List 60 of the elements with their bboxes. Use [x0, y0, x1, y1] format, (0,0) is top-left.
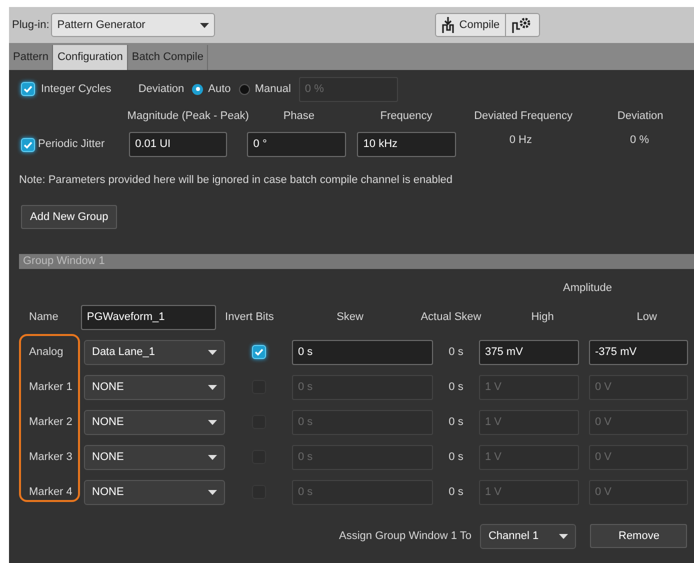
integer-cycles-label: Integer Cycles	[41, 82, 112, 97]
group-window-header: Group Window 1	[19, 254, 694, 269]
input-field[interactable]: -375 mV	[589, 340, 688, 364]
column-header: Invert Bits	[224, 310, 275, 325]
plugin-label: Plug-in:	[12, 18, 50, 33]
input-field[interactable]: 0.01 UI	[129, 132, 228, 157]
dropdown[interactable]: Channel 1	[480, 524, 576, 548]
row-label: Marker 4	[29, 484, 74, 500]
checkmark-icon	[254, 347, 264, 357]
row-label: Marker 3	[29, 450, 74, 465]
actual-skew-value: 0 s	[448, 414, 464, 430]
row-label: Marker 2	[29, 414, 74, 430]
row-label: Analog	[29, 344, 64, 360]
compile-settings-button[interactable]	[506, 13, 540, 37]
gear-icon	[512, 16, 532, 34]
row-label: Marker 1	[29, 380, 74, 395]
caret-icon	[208, 490, 217, 494]
plugin-dropdown[interactable]: Pattern Generator	[51, 13, 216, 37]
checkmark-icon	[23, 140, 33, 150]
compile-icon	[441, 17, 456, 33]
column-header: Deviation	[616, 109, 664, 124]
periodic-jitter-label: Periodic Jitter	[38, 137, 106, 152]
input-field[interactable]: PGWaveform_1	[80, 304, 216, 330]
deviation-value: 0 %	[629, 132, 650, 148]
tab[interactable]: Configuration	[53, 45, 128, 70]
dropdown[interactable]: Data Lane_1	[84, 340, 225, 364]
checkmark-icon	[23, 84, 33, 94]
remove-button[interactable]: Remove	[590, 524, 688, 548]
input-field[interactable]: 375 mV	[479, 340, 579, 364]
radio-label: Auto	[208, 82, 231, 97]
column-header: Skew	[336, 310, 364, 325]
actual-skew-value: 0 s	[448, 484, 464, 500]
caret-icon	[200, 22, 210, 28]
input-field[interactable]: 0 °	[247, 132, 346, 157]
actual-skew-value: 0 s	[448, 380, 464, 395]
compile-button[interactable]: Compile	[435, 13, 506, 37]
radio-label: Manual	[254, 82, 291, 97]
column-header: Low	[636, 310, 658, 325]
caret-icon	[208, 384, 217, 390]
note-text: Note: Parameters provided here will be ignored in case batch compile channel is enabled	[18, 172, 454, 188]
caret-icon	[208, 350, 217, 354]
name-label: Name	[29, 310, 60, 325]
caret-icon	[208, 454, 217, 460]
column-header: Deviated Frequency	[473, 109, 574, 124]
input-field[interactable]: 10 kHz	[357, 132, 456, 157]
deviation-label: Deviation	[138, 82, 184, 97]
caret-icon	[208, 420, 217, 424]
radio-button[interactable]	[238, 84, 250, 94]
caret-icon	[559, 534, 568, 538]
radio-button[interactable]	[192, 84, 204, 94]
actual-skew-value: 0 s	[448, 450, 464, 465]
input-field[interactable]: 0 s	[292, 340, 433, 364]
add-new-group-button[interactable]: Add New Group	[21, 205, 118, 229]
assign-label: Assign Group Window 1 To	[339, 528, 472, 544]
actual-skew-value: 0 s	[448, 344, 464, 360]
column-header: Frequency	[379, 109, 434, 124]
column-header: Actual Skew	[420, 310, 482, 325]
deviated-frequency-value: 0 Hz	[508, 132, 533, 148]
amplitude-header: Amplitude	[562, 281, 613, 296]
column-header: High	[530, 310, 555, 325]
